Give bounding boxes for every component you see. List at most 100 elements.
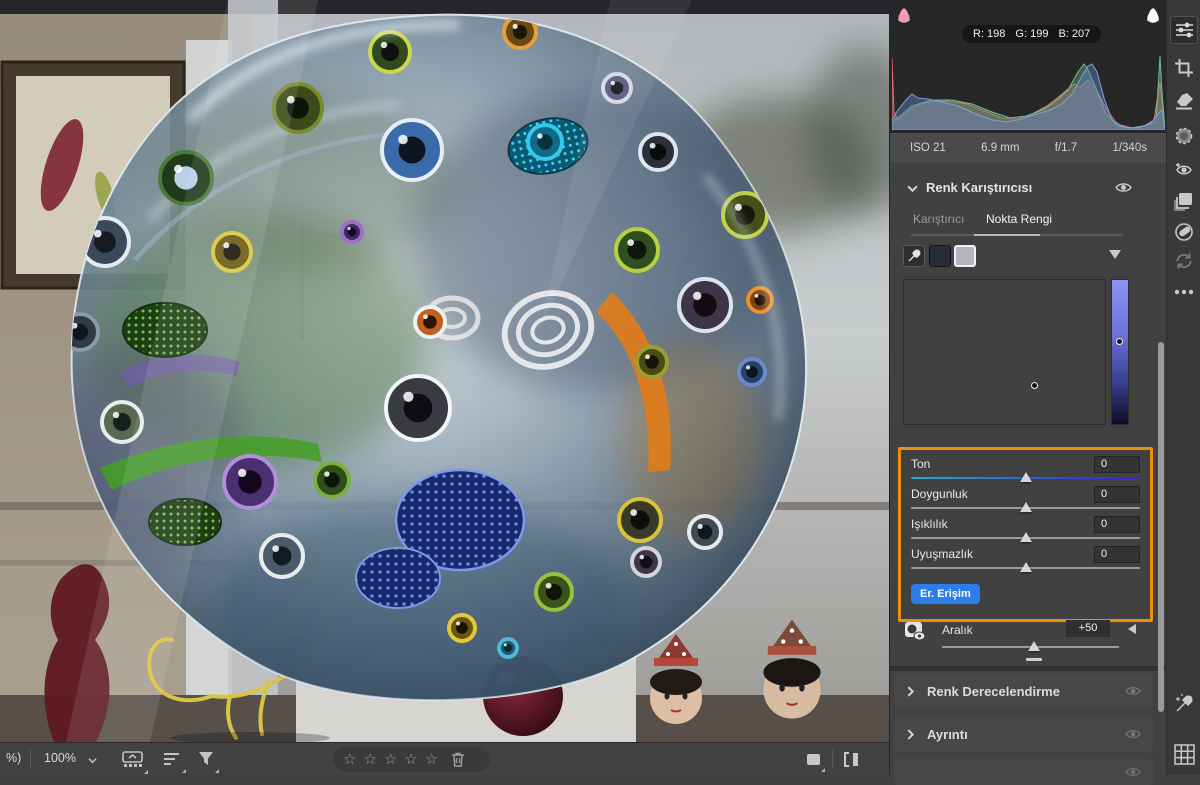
rating-pill: ☆ ☆ ☆ ☆ ☆	[333, 747, 490, 772]
slider-thumb[interactable]	[1019, 532, 1032, 542]
slider-label: Işıklılık	[911, 517, 948, 531]
section-eye-icon[interactable]	[1125, 766, 1141, 778]
luminance-slider-track[interactable]	[911, 532, 1140, 542]
section-partial[interactable]	[894, 759, 1153, 785]
tab-mixer[interactable]: Karıştırıcı	[913, 212, 964, 226]
section-color-grading[interactable]: Renk Derecelendirme	[894, 673, 1153, 709]
red-eye-tool-button[interactable]	[1174, 160, 1194, 183]
color-mixer-header[interactable]: Renk Karıştırıcısı	[890, 176, 1167, 202]
section-gap	[890, 666, 1167, 671]
saturation-slider-track[interactable]	[911, 502, 1140, 512]
section-label: Renk Derecelendirme	[927, 683, 1060, 699]
photo-preview-image	[0, 0, 889, 742]
shade-selection-dot[interactable]	[1116, 337, 1123, 345]
histogram-graph	[892, 55, 1165, 130]
sort-order-button[interactable]	[162, 751, 186, 773]
edit-panel: R: 198 G: 199 B: 207 ISO 21 6.9 mm f/1.7…	[889, 0, 1167, 785]
heal-eraser-tool-button[interactable]	[1174, 92, 1194, 115]
fringe-slider-row: Uyuşmazlık 0	[911, 545, 1140, 575]
collapse-left-arrow-icon[interactable]	[1128, 624, 1136, 634]
range-label: Aralık	[942, 623, 973, 637]
more-options-button[interactable]	[1174, 282, 1194, 300]
range-row: Aralık +50	[890, 618, 1153, 666]
rgb-r-value: R: 198	[973, 28, 1006, 40]
crop-tool-button[interactable]	[1174, 58, 1194, 83]
section-eye-icon[interactable]	[1125, 728, 1141, 740]
tool-strip	[1166, 0, 1200, 775]
masking-tool-button[interactable]	[1174, 126, 1194, 151]
point-color-eyedropper-button[interactable]	[903, 245, 925, 267]
hue-slider-track[interactable]	[911, 472, 1140, 482]
edit-tool-button-active[interactable]	[1170, 16, 1198, 44]
section-detail[interactable]: Ayrıntı	[894, 716, 1153, 752]
color-mixer-title: Renk Karıştırıcısı	[926, 180, 1033, 195]
luminance-slider-row: Işıklılık 0	[911, 515, 1140, 545]
slider-thumb[interactable]	[1019, 502, 1032, 512]
rgb-b-value: B: 207	[1058, 28, 1091, 40]
snapshots-tool-button[interactable]	[1174, 222, 1194, 247]
slider-label: Uyuşmazlık	[911, 547, 974, 561]
panel-visibility-eye-icon[interactable]	[1115, 181, 1132, 194]
zoom-dropdown-chevron-icon[interactable]	[88, 756, 97, 765]
early-access-badge-button[interactable]: Er. Erişim	[911, 584, 980, 604]
before-after-view-button[interactable]	[843, 752, 865, 772]
iso-value: ISO 21	[910, 142, 946, 154]
panel-scrollbar[interactable]	[1158, 342, 1164, 712]
range-slider-thumb[interactable]	[1028, 641, 1041, 651]
hue-saturation-field[interactable]	[903, 279, 1106, 425]
star-rating-icon[interactable]: ☆	[404, 752, 417, 767]
white-balance-eyedropper-button[interactable]	[1174, 692, 1196, 719]
histogram[interactable]: R: 198 G: 199 B: 207	[890, 0, 1167, 133]
color-selection-dot[interactable]	[1030, 382, 1038, 390]
range-slider-track[interactable]	[942, 641, 1119, 661]
divider	[30, 750, 31, 768]
shutter-value: 1/340s	[1112, 142, 1147, 154]
color-swatch-selected[interactable]	[954, 245, 976, 267]
aperture-value: f/1.7	[1054, 142, 1078, 154]
highlight-clipping-icon[interactable]	[1144, 7, 1162, 23]
slider-thumb[interactable]	[1019, 562, 1032, 572]
trash-icon[interactable]	[451, 752, 465, 767]
image-canvas[interactable]	[0, 0, 889, 742]
star-rating-icon[interactable]: ☆	[363, 752, 376, 767]
slider-label: Doygunluk	[911, 487, 968, 501]
star-rating-icon[interactable]: ☆	[425, 752, 438, 767]
tab-underline	[911, 234, 1123, 236]
divider	[832, 750, 833, 768]
slider-value-input[interactable]: 0	[1094, 515, 1140, 533]
shadow-clipping-icon[interactable]	[895, 7, 913, 23]
exif-info-bar: ISO 21 6.9 mm f/1.7 1/340s	[890, 133, 1167, 163]
slider-value-input[interactable]: 0	[1094, 545, 1140, 563]
range-default-marker	[1026, 658, 1043, 661]
edit-sliders-icon	[1175, 22, 1193, 38]
visualize-range-icon[interactable]	[904, 621, 926, 641]
grid-view-button[interactable]	[1174, 744, 1195, 770]
bottom-toolbar: %) 100% ☆ ☆ ☆ ☆ ☆	[0, 742, 889, 775]
swatch-options-dropdown-icon[interactable]	[1109, 250, 1121, 259]
filmstrip-toggle-button[interactable]	[122, 751, 148, 774]
saturation-slider-row: Doygunluk 0	[911, 485, 1140, 515]
slider-value-input[interactable]: 0	[1094, 485, 1140, 503]
zoom-fragment-text: %)	[6, 751, 22, 765]
section-eye-icon[interactable]	[1125, 685, 1141, 697]
shade-slider[interactable]	[1111, 279, 1129, 425]
point-color-adjustments-group: Ton 0 Doygunluk 0 Işıklılık 0 Uyuşmazlık 0 E…	[898, 447, 1153, 622]
canvas-background-button[interactable]	[806, 753, 825, 772]
color-swatch-dark[interactable]	[929, 245, 951, 267]
zoom-level-value[interactable]: 100%	[44, 751, 76, 765]
hue-slider-row: Ton 0	[911, 455, 1140, 485]
chevron-down-icon[interactable]	[907, 184, 918, 193]
filter-button[interactable]	[198, 751, 219, 773]
slider-thumb[interactable]	[1019, 472, 1032, 482]
chevron-right-icon	[907, 728, 915, 740]
slider-label: Ton	[911, 457, 931, 471]
section-label: Ayrıntı	[927, 726, 968, 742]
slider-value-input[interactable]: 0	[1094, 455, 1140, 473]
range-value-input[interactable]: +50	[1066, 620, 1110, 637]
star-rating-icon[interactable]: ☆	[343, 752, 356, 767]
presets-tool-button[interactable]	[1174, 192, 1194, 216]
fringe-slider-track[interactable]	[911, 562, 1140, 572]
tab-point-color[interactable]: Nokta Rengi	[986, 212, 1052, 226]
star-rating-icon[interactable]: ☆	[384, 752, 397, 767]
sync-tool-button-disabled[interactable]	[1174, 252, 1194, 275]
